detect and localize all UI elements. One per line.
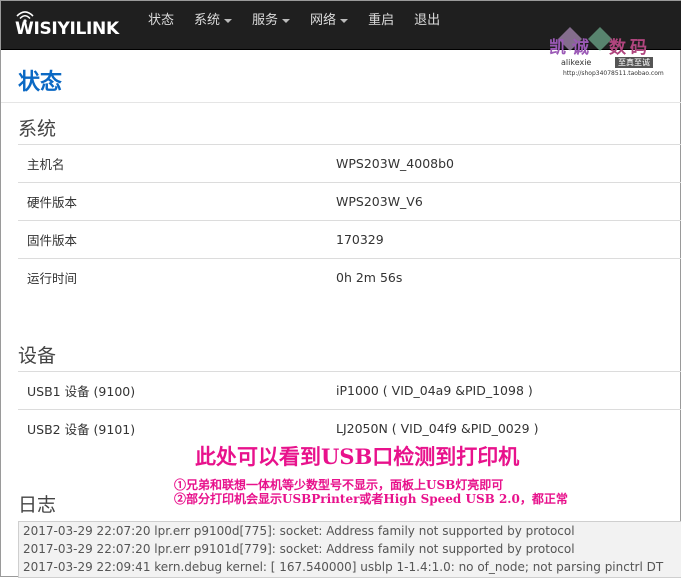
brand-logo[interactable]: WISIYILINK bbox=[15, 11, 119, 39]
shop-watermark: 凯诚 数码 alikexie 至真至诚 http://shop34078511.… bbox=[549, 25, 669, 81]
nav-item-status[interactable]: 状态 bbox=[138, 1, 184, 49]
row-label: 硬件版本 bbox=[18, 182, 327, 221]
watermark-tag: 至真至诚 bbox=[615, 57, 653, 68]
page-title: 状态 bbox=[18, 70, 63, 95]
nav-label: 重启 bbox=[368, 13, 395, 28]
annotation-headline: 此处可以看到USB口检测到打印机 bbox=[195, 444, 520, 469]
divider bbox=[1, 102, 681, 103]
nav-item-logout[interactable]: 退出 bbox=[404, 1, 450, 49]
nav-item-services[interactable]: 服务 bbox=[242, 1, 300, 49]
table-row: USB1 设备 (9100) iP1000 ( VID_04a9 &PID_10… bbox=[18, 371, 681, 410]
nav-item-network[interactable]: 网络 bbox=[300, 1, 358, 49]
row-label: 运行时间 bbox=[18, 258, 327, 296]
caret-down-icon bbox=[340, 18, 349, 23]
row-label: 主机名 bbox=[18, 144, 327, 183]
table-row: 硬件版本 WPS203W_V6 bbox=[18, 182, 681, 221]
main-nav: 状态 系统 服务 网络 重启 退出 bbox=[138, 1, 450, 49]
nav-label: 系统 bbox=[194, 13, 221, 28]
caret-down-icon bbox=[282, 18, 291, 23]
table-row: 运行时间 0h 2m 56s bbox=[18, 258, 681, 296]
log-line: 2017-03-29 22:07:20 lpr.err p9100d[775]:… bbox=[23, 524, 575, 538]
row-value: 0h 2m 56s bbox=[327, 258, 681, 296]
nav-item-reboot[interactable]: 重启 bbox=[358, 1, 404, 49]
log-line: 2017-03-29 22:07:20 lpr.err p9101d[779]:… bbox=[23, 542, 575, 556]
annotation-line-2: ②部分打印机会显示USBPrinter或者High Speed USB 2.0，… bbox=[174, 492, 568, 506]
row-value: WPS203W_4008b0 bbox=[327, 144, 681, 183]
wifi-icon bbox=[16, 11, 34, 23]
log-line: 2017-03-29 22:09:41 kern.debug kernel: [… bbox=[23, 560, 664, 574]
nav-label: 状态 bbox=[148, 13, 175, 28]
section-title-system: 系统 bbox=[18, 118, 57, 140]
device-link[interactable]: iP1000 ( VID_04a9 &PID_1098 ) bbox=[327, 371, 681, 410]
log-textarea[interactable]: 2017-03-29 22:07:20 lpr.err p9100d[775]:… bbox=[18, 521, 681, 578]
nav-label: 退出 bbox=[414, 13, 441, 28]
system-table: 主机名 WPS203W_4008b0 硬件版本 WPS203W_V6 固件版本 … bbox=[18, 144, 681, 296]
table-row: 固件版本 170329 bbox=[18, 220, 681, 259]
section-title-devices: 设备 bbox=[18, 345, 57, 367]
watermark-brand-2: 数码 bbox=[609, 38, 651, 58]
watermark-handle: alikexie bbox=[561, 58, 592, 67]
watermark-url: http://shop34078511.taobao.com bbox=[563, 70, 664, 77]
row-label: USB1 设备 (9100) bbox=[18, 371, 327, 410]
row-value: 170329 bbox=[327, 220, 681, 259]
row-value: WPS203W_V6 bbox=[327, 182, 681, 221]
row-label: 固件版本 bbox=[18, 220, 327, 259]
devices-table: USB1 设备 (9100) iP1000 ( VID_04a9 &PID_10… bbox=[18, 371, 681, 447]
nav-label: 网络 bbox=[310, 13, 337, 28]
watermark-brand-1: 凯诚 bbox=[549, 38, 595, 58]
section-title-log: 日志 bbox=[18, 494, 57, 516]
caret-down-icon bbox=[224, 18, 233, 23]
nav-label: 服务 bbox=[252, 13, 279, 28]
nav-item-system[interactable]: 系统 bbox=[184, 1, 242, 49]
table-row: 主机名 WPS203W_4008b0 bbox=[18, 144, 681, 183]
